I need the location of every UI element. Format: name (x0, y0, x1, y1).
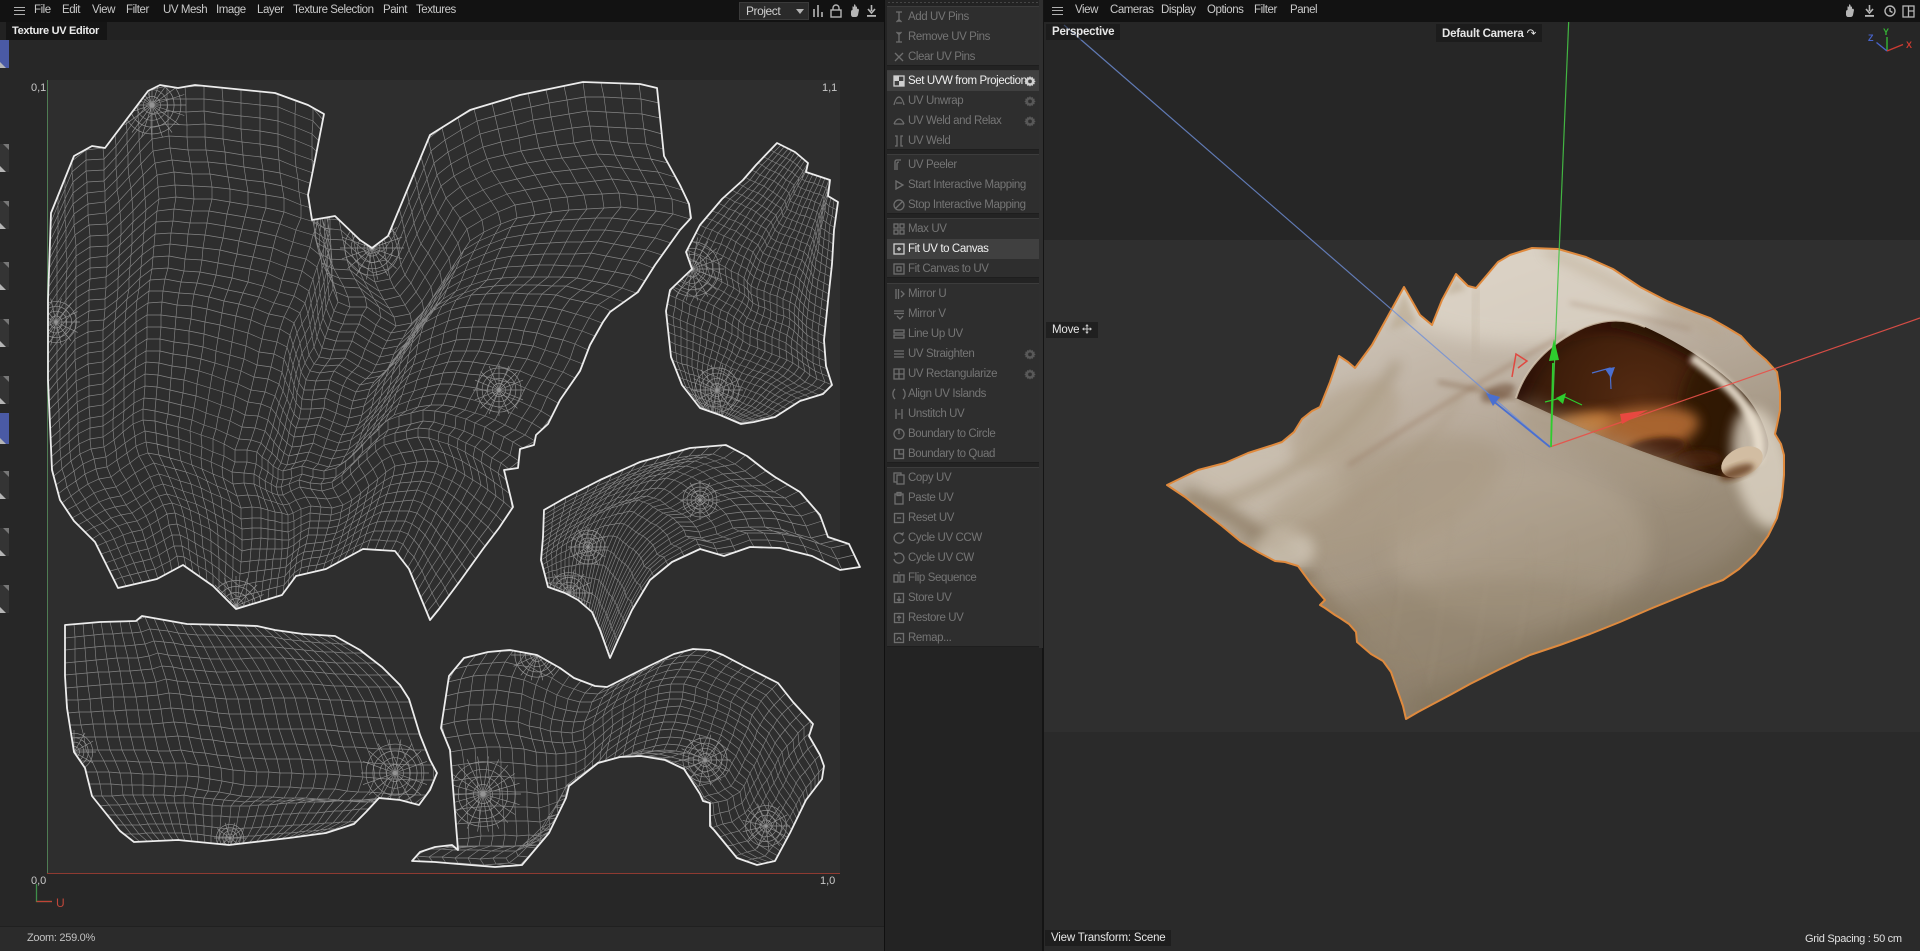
svg-text:Y: Y (1883, 27, 1889, 37)
svg-text:X: X (1906, 40, 1912, 50)
svg-text:Z: Z (1868, 33, 1874, 43)
